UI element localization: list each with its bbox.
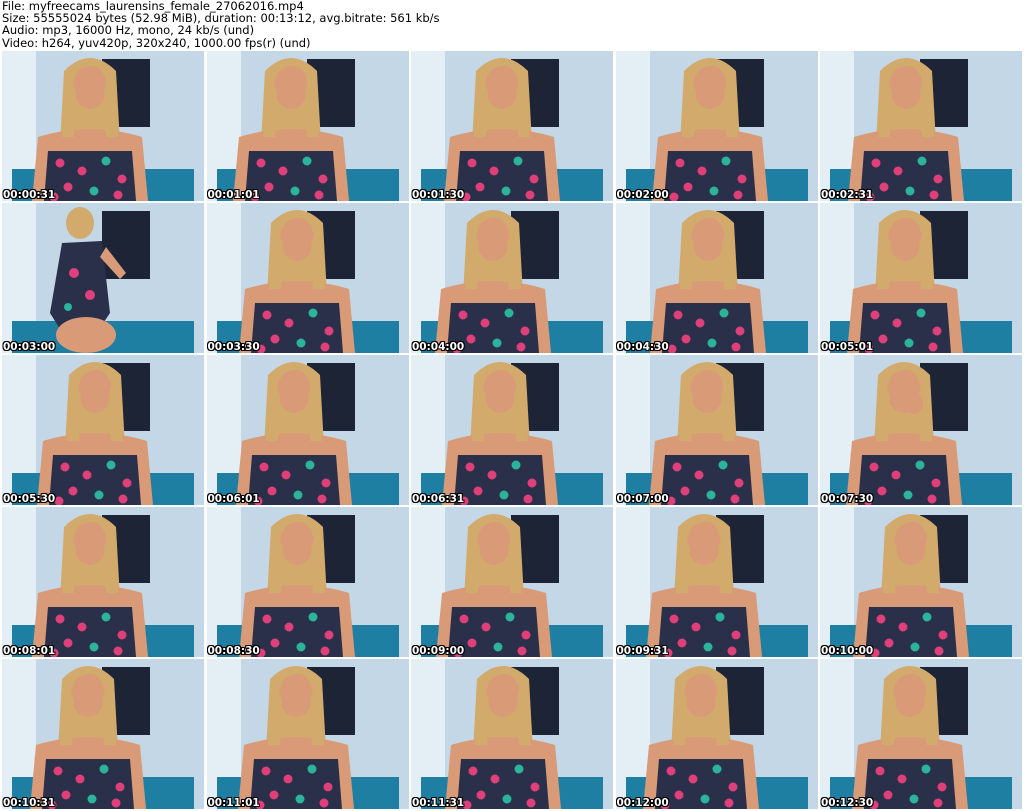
thumbnail-timestamp: 00:07:30 — [821, 493, 874, 505]
thumbnail-timestamp: 00:11:31 — [412, 797, 465, 809]
thumbnail-frame-image — [206, 51, 409, 201]
thumbnail-timestamp: 00:09:31 — [616, 645, 669, 657]
thumbnail-frame-image — [615, 203, 818, 353]
thumbnail-frame-image — [411, 51, 613, 201]
thumbnail-timestamp: 00:03:00 — [3, 341, 56, 353]
video-thumbnail: 00:05:01 — [820, 203, 1022, 353]
thumbnail-frame-image — [615, 355, 818, 505]
thumbnail-timestamp: 00:02:00 — [616, 189, 669, 201]
video-thumbnail: 00:10:00 — [820, 507, 1022, 657]
thumbnail-timestamp: 00:07:00 — [616, 493, 669, 505]
thumbnail-timestamp: 00:10:00 — [821, 645, 874, 657]
thumbnail-timestamp: 00:01:01 — [207, 189, 260, 201]
thumbnail-grid: 00:00:31 00:01:01 00:01:30 00:02:00 00:02:31… — [2, 51, 1024, 811]
thumbnail-timestamp: 00:06:01 — [207, 493, 260, 505]
thumbnail-frame-image — [615, 51, 818, 201]
thumbnail-timestamp: 00:04:30 — [616, 341, 669, 353]
video-thumbnail: 00:01:30 — [411, 51, 613, 201]
thumbnail-timestamp: 00:05:01 — [821, 341, 874, 353]
video-thumbnail: 00:05:30 — [2, 355, 204, 505]
thumbnail-frame-image — [206, 659, 409, 809]
video-thumbnail: 00:07:30 — [820, 355, 1022, 505]
thumbnail-frame-image — [2, 51, 204, 201]
video-thumbnail: 00:07:00 — [615, 355, 818, 505]
thumbnail-timestamp: 00:01:30 — [412, 189, 465, 201]
thumbnail-frame-image — [820, 203, 1022, 353]
thumbnail-frame-image — [206, 203, 409, 353]
thumbnail-timestamp: 00:12:30 — [821, 797, 874, 809]
video-thumbnail: 00:11:31 — [411, 659, 613, 809]
thumbnail-frame-image — [206, 355, 409, 505]
file-info-header: File: myfreecams_laurensins_female_27062… — [2, 0, 1022, 50]
video-thumbnail: 00:06:01 — [206, 355, 409, 505]
thumbnail-frame-image — [615, 507, 818, 657]
thumbnail-timestamp: 00:04:00 — [412, 341, 465, 353]
thumbnail-timestamp: 00:03:30 — [207, 341, 260, 353]
video-thumbnail: 00:11:01 — [206, 659, 409, 809]
thumbnail-timestamp: 00:05:30 — [3, 493, 56, 505]
thumbnail-timestamp: 00:11:01 — [207, 797, 260, 809]
video-thumbnail: 00:12:00 — [615, 659, 818, 809]
thumbnail-frame-image — [820, 507, 1022, 657]
thumbnail-frame-image — [820, 659, 1022, 809]
thumbnail-frame-image — [615, 659, 818, 809]
video-thumbnail: 00:09:31 — [615, 507, 818, 657]
video-thumbnail: 00:12:30 — [820, 659, 1022, 809]
thumbnail-frame-image — [2, 659, 204, 809]
thumbnail-frame-image — [820, 51, 1022, 201]
video-thumbnail: 00:08:30 — [206, 507, 409, 657]
thumbnail-timestamp: 00:10:31 — [3, 797, 56, 809]
thumbnail-timestamp: 00:12:00 — [616, 797, 669, 809]
thumbnail-timestamp: 00:06:31 — [412, 493, 465, 505]
thumbnail-timestamp: 00:08:01 — [3, 645, 56, 657]
video-thumbnail: 00:08:01 — [2, 507, 204, 657]
video-info-line: Video: h264, yuv420p, 320x240, 1000.00 f… — [2, 35, 311, 50]
video-thumbnail: 00:02:00 — [615, 51, 818, 201]
video-thumbnail: 00:10:31 — [2, 659, 204, 809]
audio-info-line: Audio: mp3, 16000 Hz, mono, 24 kb/s (und… — [2, 23, 255, 38]
thumbnail-frame-image — [820, 355, 1022, 505]
thumbnail-frame-image — [2, 355, 204, 505]
thumbnail-frame-image — [2, 507, 204, 657]
thumbnail-timestamp: 00:08:30 — [207, 645, 260, 657]
thumbnail-frame-image — [411, 355, 613, 505]
video-thumbnail: 00:00:31 — [2, 51, 204, 201]
video-thumbnail: 00:01:01 — [206, 51, 409, 201]
video-thumbnail: 00:09:00 — [411, 507, 613, 657]
thumbnail-frame-image — [206, 507, 409, 657]
thumbnail-frame-image — [411, 659, 613, 809]
video-thumbnail: 00:04:30 — [615, 203, 818, 353]
thumbnail-timestamp: 00:00:31 — [3, 189, 56, 201]
video-thumbnail: 00:04:00 — [411, 203, 613, 353]
thumbnail-frame-image — [411, 203, 613, 353]
thumbnail-frame-image — [2, 203, 204, 353]
video-thumbnail: 00:02:31 — [820, 51, 1022, 201]
thumbnail-frame-image — [411, 507, 613, 657]
video-thumbnail: 00:03:30 — [206, 203, 409, 353]
video-thumbnail: 00:06:31 — [411, 355, 613, 505]
thumbnail-timestamp: 00:09:00 — [412, 645, 465, 657]
video-thumbnail: 00:03:00 — [2, 203, 204, 353]
thumbnail-timestamp: 00:02:31 — [821, 189, 874, 201]
